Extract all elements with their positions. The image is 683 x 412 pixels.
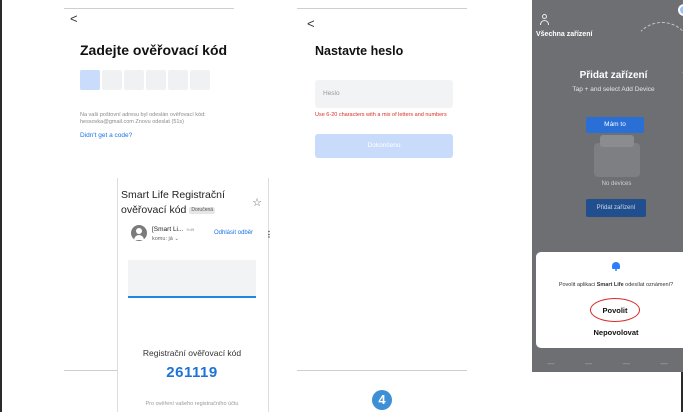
verification-code: 261119 (166, 364, 218, 381)
nav-item-smart[interactable]: ▁▁ (623, 359, 630, 365)
permission-prefix: Povolit aplikaci (558, 282, 597, 288)
allow-button[interactable]: Povolit (593, 302, 637, 320)
add-device-subtitle: Tap + and select Add Device (572, 86, 655, 93)
nav-item-me[interactable]: ▁▁ (661, 359, 668, 365)
code-digit-1[interactable] (80, 70, 100, 90)
code-sent-info: Na vaši poštovní adresu byl odeslán ověř… (80, 112, 206, 125)
code-digit-5[interactable] (168, 70, 188, 90)
add-device-button[interactable]: Přidat zařízení (586, 199, 646, 217)
profile-icon[interactable] (538, 14, 550, 26)
code-digit-3[interactable] (124, 70, 144, 90)
star-icon[interactable]: ☆ (252, 196, 262, 209)
got-it-button[interactable]: Mám to (586, 117, 644, 133)
unsubscribe-link[interactable]: Odhlásit odběr (214, 230, 253, 236)
email-message: Smart Life Registrační ověřovací kód Doru… (117, 178, 273, 412)
composite-screenshot: < Zadejte ověřovací kód Na vaši poštovní… (0, 0, 683, 412)
all-devices-tab[interactable]: Všechna zařízení (536, 31, 592, 38)
email-subject: Smart Life Registrační ověřovací kód Doru… (121, 188, 249, 218)
sender-name-text: [Smart Li... (152, 226, 184, 233)
home-screen: Všechna zařízení Přidat zařízení Tap + a… (532, 0, 683, 372)
recipient-line[interactable]: komu: já ⌄ (152, 236, 179, 242)
password-hint: Use 6-20 characters with a mix of letter… (315, 112, 447, 118)
status-divider (297, 8, 467, 9)
back-icon[interactable]: < (70, 12, 78, 25)
notification-permission-dialog: Povolit aplikaci Smart Life odesílat ozn… (536, 252, 683, 348)
sender-name: [Smart Li... 9:49 (152, 226, 194, 233)
status-divider (64, 8, 234, 9)
bottom-navbar: ▁▁ ▁▁ ▁▁ ▁▁ (532, 352, 683, 372)
code-digit-2[interactable] (102, 70, 122, 90)
email-body: Registrační ověřovací kód 261119 Pro ově… (128, 260, 256, 412)
no-devices-text: No devices (601, 181, 632, 187)
set-password-screen: < Nastavte heslo Heslo Use 6-20 characte… (297, 0, 467, 372)
more-options-icon[interactable]: ⋮ (265, 230, 273, 239)
deny-button[interactable]: Nepovolovat (536, 328, 683, 337)
nav-item-home[interactable]: ▁▁ (547, 359, 554, 365)
password-placeholder: Heslo (323, 90, 340, 97)
page-title: Zadejte ověřovací kód (80, 42, 228, 58)
add-device-title: Přidat zařízení (579, 70, 648, 81)
empty-box-icon (594, 135, 640, 177)
step-number-badge: 4 (372, 390, 392, 410)
inbox-label[interactable]: Doručená (189, 206, 216, 214)
code-input[interactable] (80, 70, 210, 90)
permission-app-name: Smart Life (596, 282, 624, 288)
email-footer-text: Pro ověření vašeho registračního účtu (145, 401, 239, 407)
code-label: Registrační ověřovací kód (142, 348, 242, 358)
bell-icon (612, 262, 620, 271)
nav-item-scene[interactable]: ▁▁ (585, 359, 592, 365)
resend-link[interactable]: Didn't get a code? (80, 132, 132, 139)
back-icon[interactable]: < (307, 17, 315, 30)
password-field[interactable]: Heslo (315, 80, 453, 108)
code-digit-6[interactable] (190, 70, 210, 90)
sender-time: 9:49 (186, 227, 195, 232)
done-button[interactable]: Dokončeno (315, 134, 453, 158)
add-device-plus-icon[interactable] (678, 4, 683, 16)
permission-suffix: odesílat oznámení? (623, 282, 674, 288)
page-title: Nastavte heslo (315, 44, 404, 58)
avatar (131, 225, 147, 241)
bottom-divider (297, 370, 467, 371)
divider-left (0, 0, 2, 412)
permission-message: Povolit aplikaci Smart Life odesílat ozn… (536, 282, 683, 288)
code-digit-4[interactable] (146, 70, 166, 90)
